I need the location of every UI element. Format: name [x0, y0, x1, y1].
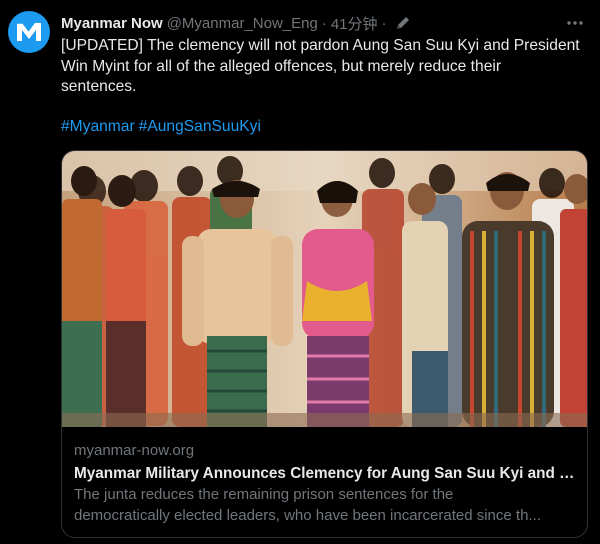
card-description-line-2: democratically elected leaders, who have… — [74, 506, 541, 524]
tweet-timestamp[interactable]: 41分钟 — [331, 13, 378, 34]
link-preview-card[interactable]: myanmar-now.org Myanmar Military Announc… — [61, 150, 588, 538]
edit-pencil-icon[interactable] — [395, 15, 411, 31]
card-image[interactable] — [62, 151, 587, 427]
header-separator: · — [321, 14, 327, 32]
hashtag-myanmar[interactable]: #Myanmar — [61, 118, 135, 135]
tweet-hashtags: #Myanmar #AungSanSuuKyi — [61, 117, 265, 137]
card-title[interactable]: Myanmar Military Announces Clemency for … — [74, 463, 576, 484]
card-meta: myanmar-now.org Myanmar Military Announc… — [62, 427, 587, 537]
more-dots-icon — [567, 21, 583, 25]
card-domain: myanmar-now.org — [74, 442, 195, 459]
card-description: The junta reduces the remaining prison s… — [74, 485, 576, 526]
author-avatar[interactable] — [8, 11, 50, 53]
tweet-text: [UPDATED] The clemency will not pardon A… — [61, 37, 580, 95]
hashtag-aungsansuukyi[interactable]: #AungSanSuuKyi — [139, 118, 261, 135]
myanmar-now-logo-icon — [17, 22, 41, 41]
tweet-header: Myanmar Now @Myanmar_Now_Eng · 41分钟 · — [61, 12, 590, 34]
header-separator-2: · — [381, 14, 387, 32]
author-name[interactable]: Myanmar Now — [61, 15, 163, 32]
card-description-line-1: The junta reduces the remaining prison s… — [74, 486, 454, 503]
author-handle[interactable]: @Myanmar_Now_Eng — [167, 15, 318, 32]
more-options-button[interactable] — [564, 13, 586, 33]
